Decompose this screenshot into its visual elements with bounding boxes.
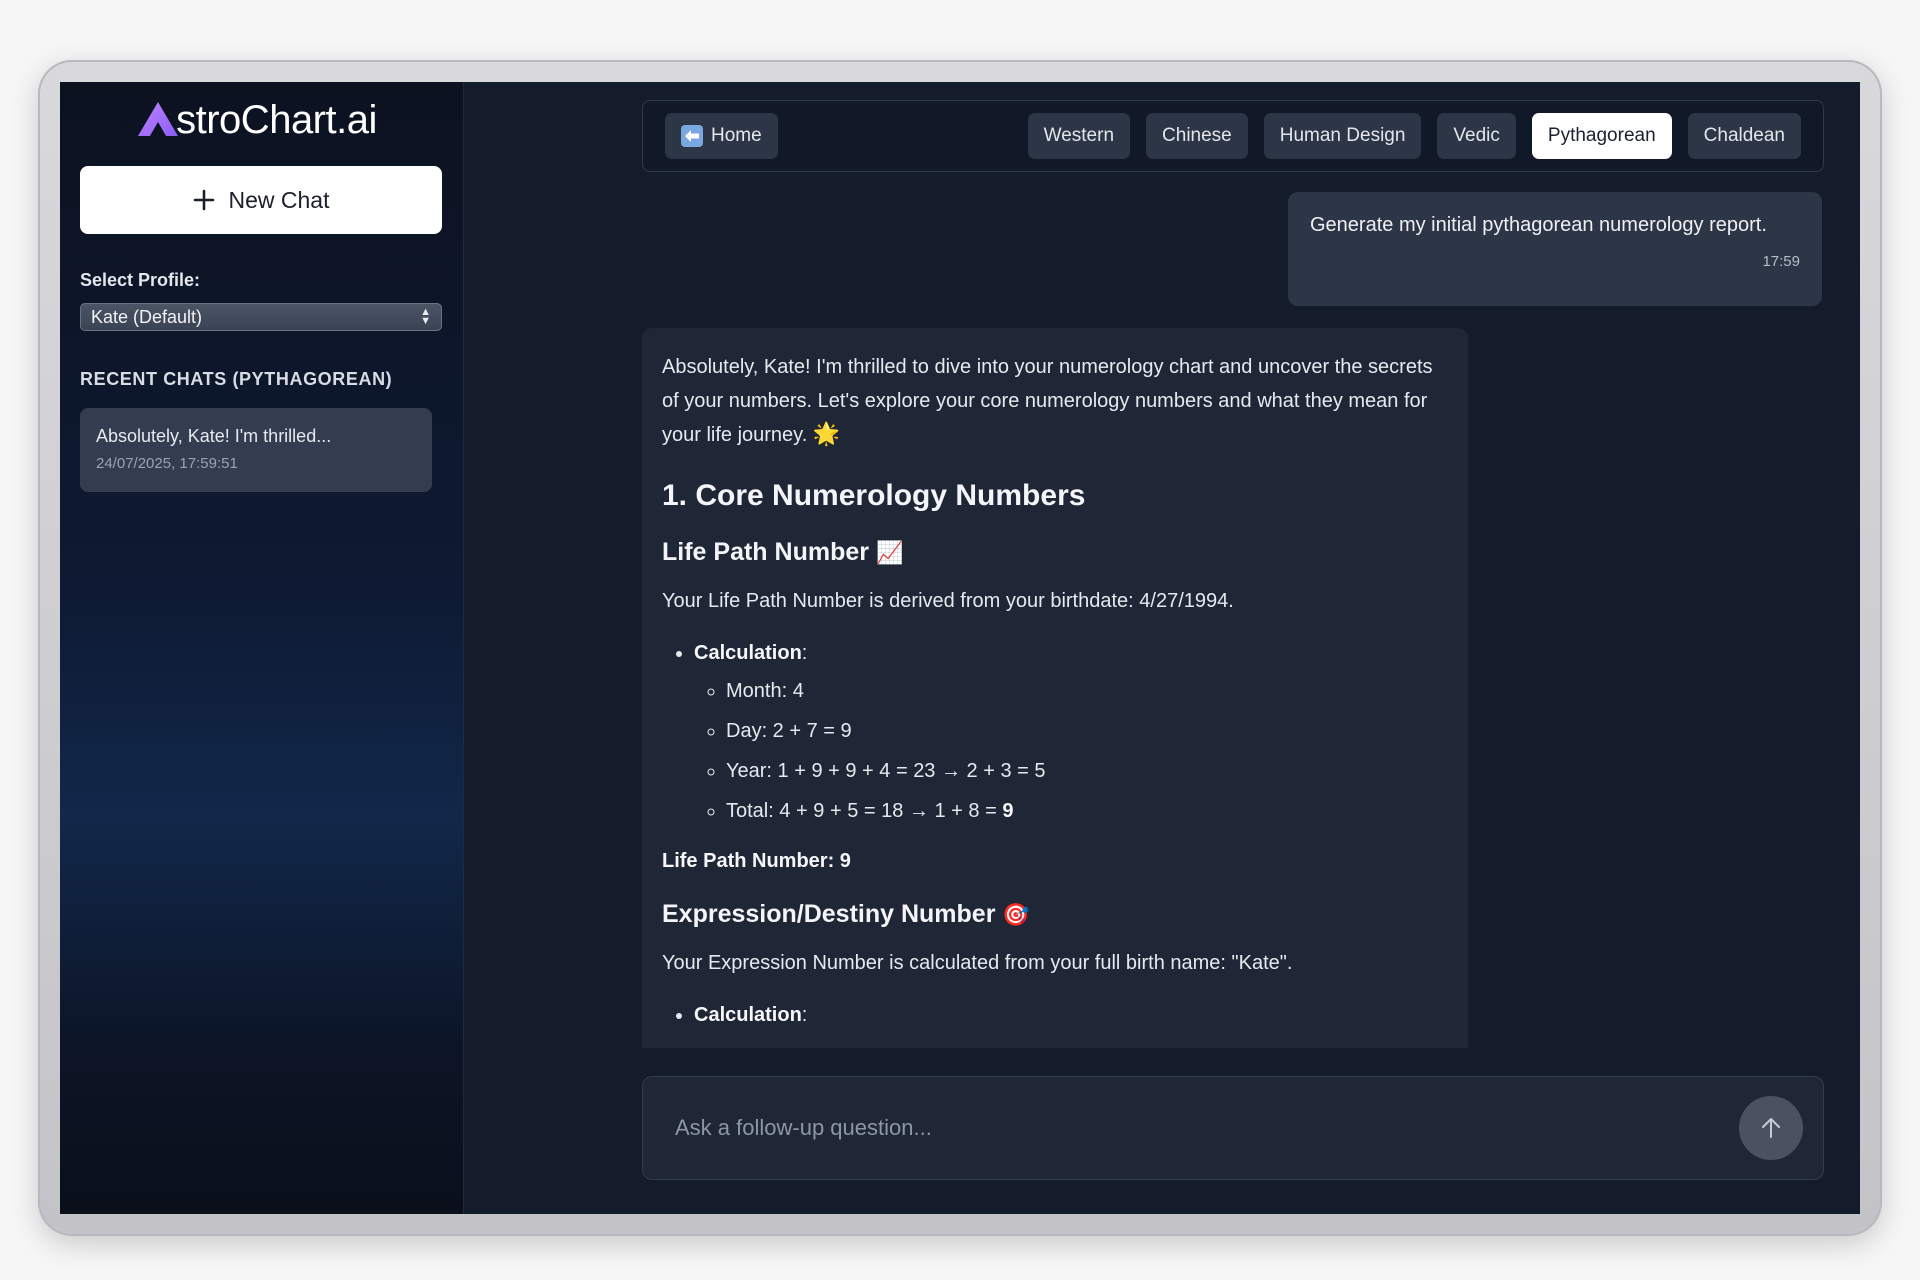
tab-western[interactable]: Western	[1027, 113, 1131, 159]
recent-chats-title: RECENT CHATS (PYTHAGOREAN)	[80, 369, 393, 389]
calculation-label: Calculation	[694, 642, 802, 664]
logo-text: stroChart.ai	[176, 97, 377, 142]
profile-label: Select Profile:	[80, 270, 201, 290]
list-item: Calculation:	[694, 998, 1448, 1032]
list-item: Calculation: Month: 4 Day: 2 + 7 = 9 Yea…	[694, 636, 1448, 828]
tradition-tabs: Western Chinese Human Design Vedic Pytha…	[1027, 113, 1801, 159]
calc-total-text: Total: 4 + 9 + 5 = 18 → 1 + 8 =	[726, 800, 1003, 822]
calculation-label-2: Calculation	[694, 1004, 802, 1026]
assistant-message: Absolutely, Kate! I'm thrilled to dive i…	[642, 328, 1468, 1048]
recent-chat-item[interactable]: Absolutely, Kate! I'm thrilled... 24/07/…	[80, 408, 432, 492]
life-path-heading: Life Path Number 📈	[662, 534, 1448, 572]
home-label: Home	[711, 125, 762, 146]
calc-steps-list: Month: 4 Day: 2 + 7 = 9 Year: 1 + 9 + 9 …	[694, 674, 1448, 828]
chat-main: Home Western Chinese Human Design Vedic …	[464, 82, 1860, 1214]
section-title: 1. Core Numerology Numbers	[662, 479, 1086, 512]
user-message-time: 17:59	[1762, 253, 1800, 270]
profile-select[interactable]: Kate (Default) ▲ ▼	[80, 303, 442, 331]
tab-human-design[interactable]: Human Design	[1263, 113, 1422, 159]
profile-select-value: Kate (Default)	[91, 306, 203, 327]
top-nav: Home Western Chinese Human Design Vedic …	[642, 100, 1824, 172]
life-path-title: Life Path Number	[662, 538, 869, 566]
user-message: Generate my initial pythagorean numerolo…	[1288, 192, 1822, 306]
plus-icon	[193, 189, 214, 211]
life-path-desc: Your Life Path Number is derived from yo…	[662, 590, 1234, 612]
new-chat-label: New Chat	[228, 186, 330, 213]
back-arrow-icon	[681, 125, 703, 147]
new-chat-button[interactable]: New Chat	[80, 166, 442, 234]
calc-step: Day: 2 + 7 = 9	[726, 714, 1448, 748]
sidebar: stroChart.ai New Chat Select Profile: Ka…	[60, 82, 464, 1214]
intro-paragraph: Absolutely, Kate! I'm thrilled to dive i…	[662, 350, 1448, 452]
calculation-list-2: Calculation:	[662, 998, 1448, 1032]
chart-up-icon: 📈	[875, 541, 904, 566]
star-icon: 🌟	[812, 422, 841, 447]
expression-heading: Expression/Destiny Number 🎯	[662, 896, 1448, 934]
life-path-result: Life Path Number: 9	[662, 850, 851, 872]
expression-title: Expression/Destiny Number	[662, 900, 996, 928]
follow-up-composer	[642, 1076, 1824, 1180]
arrow-up-icon	[1762, 1118, 1780, 1138]
logo-a-icon	[138, 102, 179, 136]
expression-desc: Your Expression Number is calculated fro…	[662, 952, 1293, 974]
follow-up-input[interactable]	[675, 1115, 1739, 1141]
home-button[interactable]: Home	[665, 113, 778, 159]
tab-pythagorean[interactable]: Pythagorean	[1531, 113, 1672, 159]
app-window: stroChart.ai New Chat Select Profile: Ka…	[60, 82, 1860, 1214]
calc-step: Month: 4	[726, 674, 1448, 708]
app-logo[interactable]: stroChart.ai	[70, 82, 443, 158]
calc-step: Year: 1 + 9 + 9 + 4 = 23 → 2 + 3 = 5	[726, 754, 1448, 788]
recent-chat-title: Absolutely, Kate! I'm thrilled...	[96, 426, 332, 446]
tab-vedic[interactable]: Vedic	[1437, 113, 1516, 159]
recent-chat-time: 24/07/2025, 17:59:51	[96, 455, 238, 472]
send-button[interactable]	[1739, 1096, 1803, 1160]
calc-step-total: Total: 4 + 9 + 5 = 18 → 1 + 8 = 9	[726, 794, 1448, 828]
intro-text: Absolutely, Kate! I'm thrilled to dive i…	[662, 356, 1433, 446]
tab-chaldean[interactable]: Chaldean	[1687, 113, 1801, 159]
calc-total-value: 9	[1002, 800, 1014, 822]
target-icon: 🎯	[1002, 903, 1030, 928]
calculation-list: Calculation: Month: 4 Day: 2 + 7 = 9 Yea…	[662, 636, 1448, 828]
user-message-text: Generate my initial pythagorean numerolo…	[1310, 214, 1767, 236]
tab-chinese[interactable]: Chinese	[1146, 113, 1248, 159]
select-arrows-icon: ▲ ▼	[420, 306, 431, 327]
